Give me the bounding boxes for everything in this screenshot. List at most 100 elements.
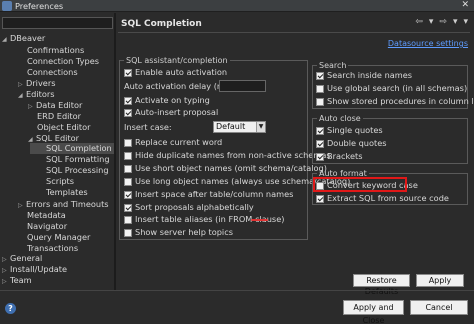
header-separator	[118, 32, 470, 33]
chevron-down-icon[interactable]: ▼	[256, 122, 265, 132]
tree-item[interactable]: ◢ Editors	[18, 89, 55, 100]
expand-arrow-icon[interactable]: ◢	[18, 90, 26, 101]
checkbox-label: Extract SQL from source code	[327, 193, 449, 203]
checkbox-icon[interactable]	[124, 68, 132, 77]
tree-item-label: Editors	[26, 89, 55, 99]
page-nav: ⇦ ▾ ⇨ ▾ ▾	[415, 17, 468, 27]
checkbox-label: Hide duplicate names from non-active sch…	[135, 150, 331, 160]
checkbox-icon[interactable]	[124, 190, 132, 199]
auto-insert-proposal-checkbox[interactable]: Auto-insert proposal	[124, 107, 218, 118]
stored-procedures-checkbox[interactable]: Show stored procedures in column list	[316, 96, 474, 107]
checkbox-icon[interactable]	[124, 138, 132, 147]
tree-item[interactable]: ▷ General	[2, 253, 42, 264]
checkbox-icon[interactable]	[316, 84, 324, 93]
checkbox-icon[interactable]	[316, 152, 324, 161]
short-object-names-checkbox[interactable]: Use short object names (omit schema/cata…	[124, 163, 327, 174]
close-icon[interactable]: ✕	[461, 0, 469, 10]
tree-item[interactable]: Navigator	[27, 221, 67, 232]
tree-item-label: Navigator	[27, 221, 68, 231]
checkbox-icon[interactable]	[316, 126, 324, 135]
window-title: Preferences	[15, 1, 64, 11]
view-menu-icon[interactable]: ▾	[463, 17, 468, 27]
insert-case-label: Insert case:	[124, 122, 172, 132]
collapse-arrow-icon[interactable]: ▷	[28, 101, 36, 112]
brackets-checkbox[interactable]: Brackets	[316, 151, 362, 162]
tree-filter-input[interactable]	[2, 17, 113, 29]
tree-item-label: DBeaver	[10, 33, 46, 43]
activate-on-typing-checkbox[interactable]: Activate on typing	[124, 95, 210, 106]
tree-item[interactable]: Metadata	[27, 210, 66, 221]
checkbox-icon[interactable]	[316, 194, 324, 203]
collapse-arrow-icon[interactable]: ▷	[18, 200, 26, 211]
enable-auto-activation-checkbox[interactable]: Enable auto activation	[124, 67, 227, 78]
tree-item[interactable]: ▷ Errors and Timeouts	[18, 199, 109, 210]
tree-item[interactable]: SQL Processing	[46, 165, 109, 176]
sort-alphabetically-checkbox[interactable]: Sort proposals alphabetically	[124, 202, 254, 213]
tree-item[interactable]: ▷ Install/Update	[2, 264, 67, 275]
help-icon[interactable]: ?	[5, 303, 16, 314]
checkbox-label: Use short object names (omit schema/cata…	[135, 163, 327, 173]
tree-item-label: General	[10, 253, 43, 263]
tree-item[interactable]: Scripts	[46, 176, 74, 187]
checkbox-icon[interactable]	[124, 108, 132, 117]
checkbox-icon[interactable]	[316, 97, 324, 106]
checkbox-label: Activate on typing	[135, 95, 210, 105]
checkbox-icon[interactable]	[124, 151, 132, 160]
single-quotes-checkbox[interactable]: Single quotes	[316, 125, 383, 136]
tree-item[interactable]: ◢ DBeaver	[2, 33, 45, 44]
search-inside-names-checkbox[interactable]: Search inside names	[316, 70, 412, 81]
tree-item[interactable]: ▷ Drivers	[18, 78, 55, 89]
checkbox-icon[interactable]	[316, 139, 324, 148]
checkbox-icon[interactable]	[316, 71, 324, 80]
apply-and-close-button[interactable]: Apply and Close	[343, 300, 404, 324]
checkbox-icon[interactable]	[124, 215, 132, 224]
tree-item-label: SQL Completion	[46, 143, 112, 153]
checkbox-icon[interactable]	[124, 228, 132, 237]
back-arrow-icon[interactable]: ⇦	[415, 17, 423, 27]
tree-item[interactable]: Connections	[27, 67, 78, 78]
back-menu-icon[interactable]: ▾	[429, 17, 434, 27]
insert-case-select[interactable]: Default ▼	[213, 121, 266, 133]
forward-menu-icon[interactable]: ▾	[453, 17, 458, 27]
tree-item[interactable]: SQL Formatting	[46, 154, 110, 165]
forward-arrow-icon[interactable]: ⇨	[439, 17, 447, 27]
checkbox-icon[interactable]	[124, 164, 132, 173]
tree-item[interactable]: Confirmations	[27, 45, 84, 56]
app-icon	[2, 1, 12, 11]
expand-arrow-icon[interactable]: ◢	[2, 34, 10, 45]
checkbox-label: Double quotes	[327, 138, 387, 148]
checkbox-icon[interactable]	[124, 177, 132, 186]
hide-duplicates-checkbox[interactable]: Hide duplicate names from non-active sch…	[124, 150, 331, 161]
checkbox-icon[interactable]	[124, 203, 132, 212]
tree-item[interactable]: ▷ Data Editor	[28, 100, 82, 111]
collapse-arrow-icon[interactable]: ▷	[2, 276, 10, 287]
auto-activation-delay-input[interactable]	[219, 80, 266, 92]
tree-item-label: Object Editor	[37, 122, 91, 132]
tree-item[interactable]: SQL Completion	[30, 143, 114, 154]
tree-item[interactable]: Connection Types	[27, 56, 99, 67]
double-quotes-checkbox[interactable]: Double quotes	[316, 138, 387, 149]
insert-space-checkbox[interactable]: Insert space after table/column names	[124, 189, 293, 200]
tree-item-label: Transactions	[27, 243, 79, 253]
server-help-topics-checkbox[interactable]: Show server help topics	[124, 227, 233, 238]
datasource-settings-link[interactable]: Datasource settings	[388, 39, 468, 48]
checkbox-icon[interactable]	[124, 96, 132, 105]
tree-item[interactable]: Templates	[46, 187, 88, 198]
panel-divider[interactable]	[114, 13, 116, 290]
extract-sql-checkbox[interactable]: Extract SQL from source code	[316, 193, 449, 204]
apply-button[interactable]: Apply	[416, 274, 464, 287]
checkbox-label: Enable auto activation	[135, 67, 228, 77]
tree-item[interactable]: Query Manager	[27, 232, 90, 243]
tree-item-label: Connections	[27, 67, 78, 77]
tree-item[interactable]: Object Editor	[37, 122, 91, 133]
tree-item-label: Install/Update	[10, 264, 68, 274]
tree-item-label: Confirmations	[27, 45, 85, 55]
replace-current-word-checkbox[interactable]: Replace current word	[124, 137, 222, 148]
restore-defaults-button[interactable]: Restore Defaults	[353, 274, 410, 296]
checkbox-label: Sort proposals alphabetically	[135, 202, 254, 212]
tree-item[interactable]: ERD Editor	[37, 111, 81, 122]
cancel-button[interactable]: Cancel	[410, 300, 468, 315]
tree-item-label: Templates	[46, 187, 88, 197]
tree-item[interactable]: ▷ Team	[2, 275, 32, 286]
global-search-checkbox[interactable]: Use global search (in all schemas)	[316, 83, 467, 94]
